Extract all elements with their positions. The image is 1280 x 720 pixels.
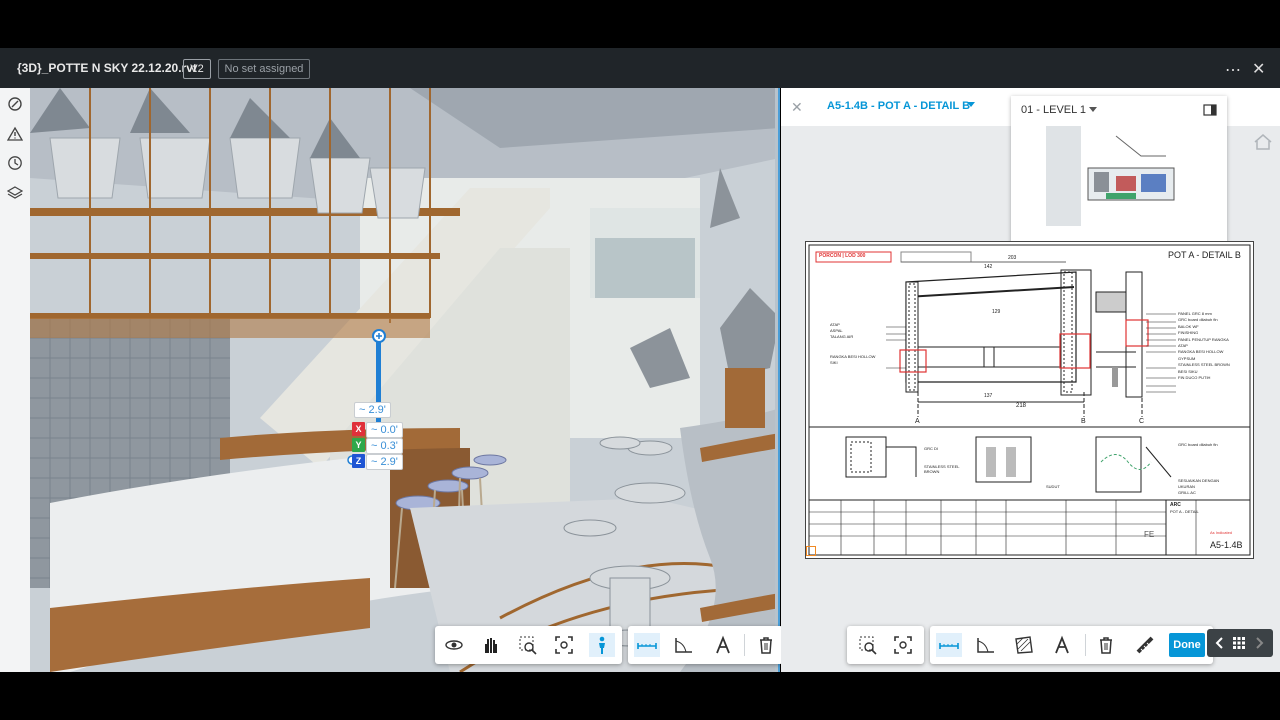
sheet-pager [1207,629,1273,657]
version-badge[interactable]: V2 [183,59,211,79]
grid-a: A [915,418,920,425]
fit-icon[interactable] [551,633,577,657]
pan-icon[interactable] [477,633,503,657]
sheet-fit-icon[interactable] [890,633,916,657]
x-axis-value: ~ 0.0' [366,422,403,438]
delete-icon[interactable] [753,633,779,657]
3d-scene [30,88,780,672]
right-notes: PANEL GRC 8 mm GRC board dilabuh fin BAL… [1178,311,1252,381]
sheet-title-chevron-icon[interactable] [967,102,975,107]
toolbar-divider [744,634,745,656]
calibrate-icon[interactable] [1132,633,1158,657]
warning-icon[interactable] [7,126,23,142]
grid-icon[interactable] [1233,637,1245,649]
more-icon[interactable]: ⋯ [1225,60,1241,80]
level-minimap[interactable]: 01 - LEVEL 1 [1011,96,1227,264]
note: FIN DUCO PUTIH [1178,375,1211,381]
x-axis-chip: X [352,422,365,436]
y-axis-chip: Y [352,438,365,452]
sheet-delete-icon[interactable] [1093,633,1119,657]
detail-note-grcboard: GRC board dilabuh fin [1178,442,1218,447]
3d-navigation-toolbar [435,626,622,664]
measure-text-icon[interactable] [710,633,736,657]
grid-b: B [1081,418,1086,425]
close-icon[interactable]: ✕ [1252,59,1265,79]
y-axis-value: ~ 0.3' [366,438,403,454]
level-select[interactable]: 01 - LEVEL 1 [1021,104,1086,116]
left-notes: ATAP ASPAL TALANG AIR RANGKA BESI HOLLOW… [830,322,890,366]
measure-angle-icon[interactable] [671,633,697,657]
3d-measure-toolbar [628,626,783,664]
detail-note-sudut: SUDUT [1046,484,1060,489]
left-sidebar [0,88,31,672]
dim-142: 142 [984,264,993,270]
detail-note-sesuaikan: SESUAIKAN DENGAN [1178,478,1220,483]
clock-icon[interactable] [7,155,23,171]
markup-icon[interactable] [7,96,23,112]
dim-137: 137 [984,393,993,399]
done-button[interactable]: Done [1169,633,1205,657]
drawing-heading: POT A - DETAIL B [1168,250,1241,260]
dim-overall: 218 [1016,403,1027,409]
orbit-icon[interactable] [441,633,467,657]
prev-arrow-icon[interactable] [1215,637,1225,649]
first-person-icon[interactable] [589,633,615,657]
sheet-measure-area-icon[interactable] [1011,633,1037,657]
sheet-number: A5-1.4B [1210,540,1243,550]
detail-note-ukuran: UKURAN [1178,484,1195,489]
grid-c: C [1139,418,1145,425]
bottom-letterbox [0,672,1280,720]
title-block-status: As Indicated [1210,530,1233,535]
drawing-red-tag: PORCON | LOD 300 [819,253,866,259]
note: SIKI [830,360,838,365]
zoom-window-icon[interactable] [515,633,541,657]
measure-distance-icon[interactable] [634,633,660,657]
next-arrow-icon[interactable] [1254,637,1264,649]
title-block-name: POT A - DETAIL [1170,509,1199,514]
sheet-measure-distance-icon[interactable] [936,633,962,657]
firm-logo: FE [1144,530,1155,539]
sheet-zoom-window-icon[interactable] [855,633,881,657]
sheet-measure-angle-icon[interactable] [973,633,999,657]
minimap-plan [1046,126,1176,226]
detail-note-grill: GRILL AC [1178,490,1196,495]
detail-note-grc: GRC DI [924,446,938,451]
gizmo-distance: ~ 2.9' [354,402,391,418]
sheet-drawing[interactable]: PORCON | LOD 300 POT A - DETAIL B 203 14… [805,241,1254,559]
title-block-code: ARC [1170,502,1181,508]
set-badge[interactable]: No set assigned [218,59,310,79]
sheet-navigation-toolbar [847,626,924,664]
home-icon[interactable] [1254,134,1272,150]
3d-viewer[interactable]: ~ 2.9' X ~ 0.0' Y ~ 0.3' Z ~ 2.9' [30,88,780,672]
level-chevron-icon[interactable] [1089,107,1097,112]
sheet-measure-text-icon[interactable] [1049,633,1075,657]
dim-203: 203 [1008,255,1017,261]
detail-note-stainless: STAINLESS STEEL BROWN [924,464,960,474]
z-axis-chip: Z [352,454,365,468]
panel-toggle-icon[interactable] [1203,104,1217,116]
sheet-corner-handle[interactable] [806,546,816,556]
sheet-title[interactable]: A5-1.4B - POT A - DETAIL B [827,100,970,112]
toolbar-divider [1085,634,1086,656]
layers-icon[interactable] [7,185,23,201]
z-axis-value: ~ 2.9' [366,454,403,470]
file-title: {3D}_POTTE N SKY 22.12.20.rvt [17,61,197,75]
dim-129: 129 [992,309,1001,315]
sheet-close-icon[interactable]: ✕ [791,99,803,116]
